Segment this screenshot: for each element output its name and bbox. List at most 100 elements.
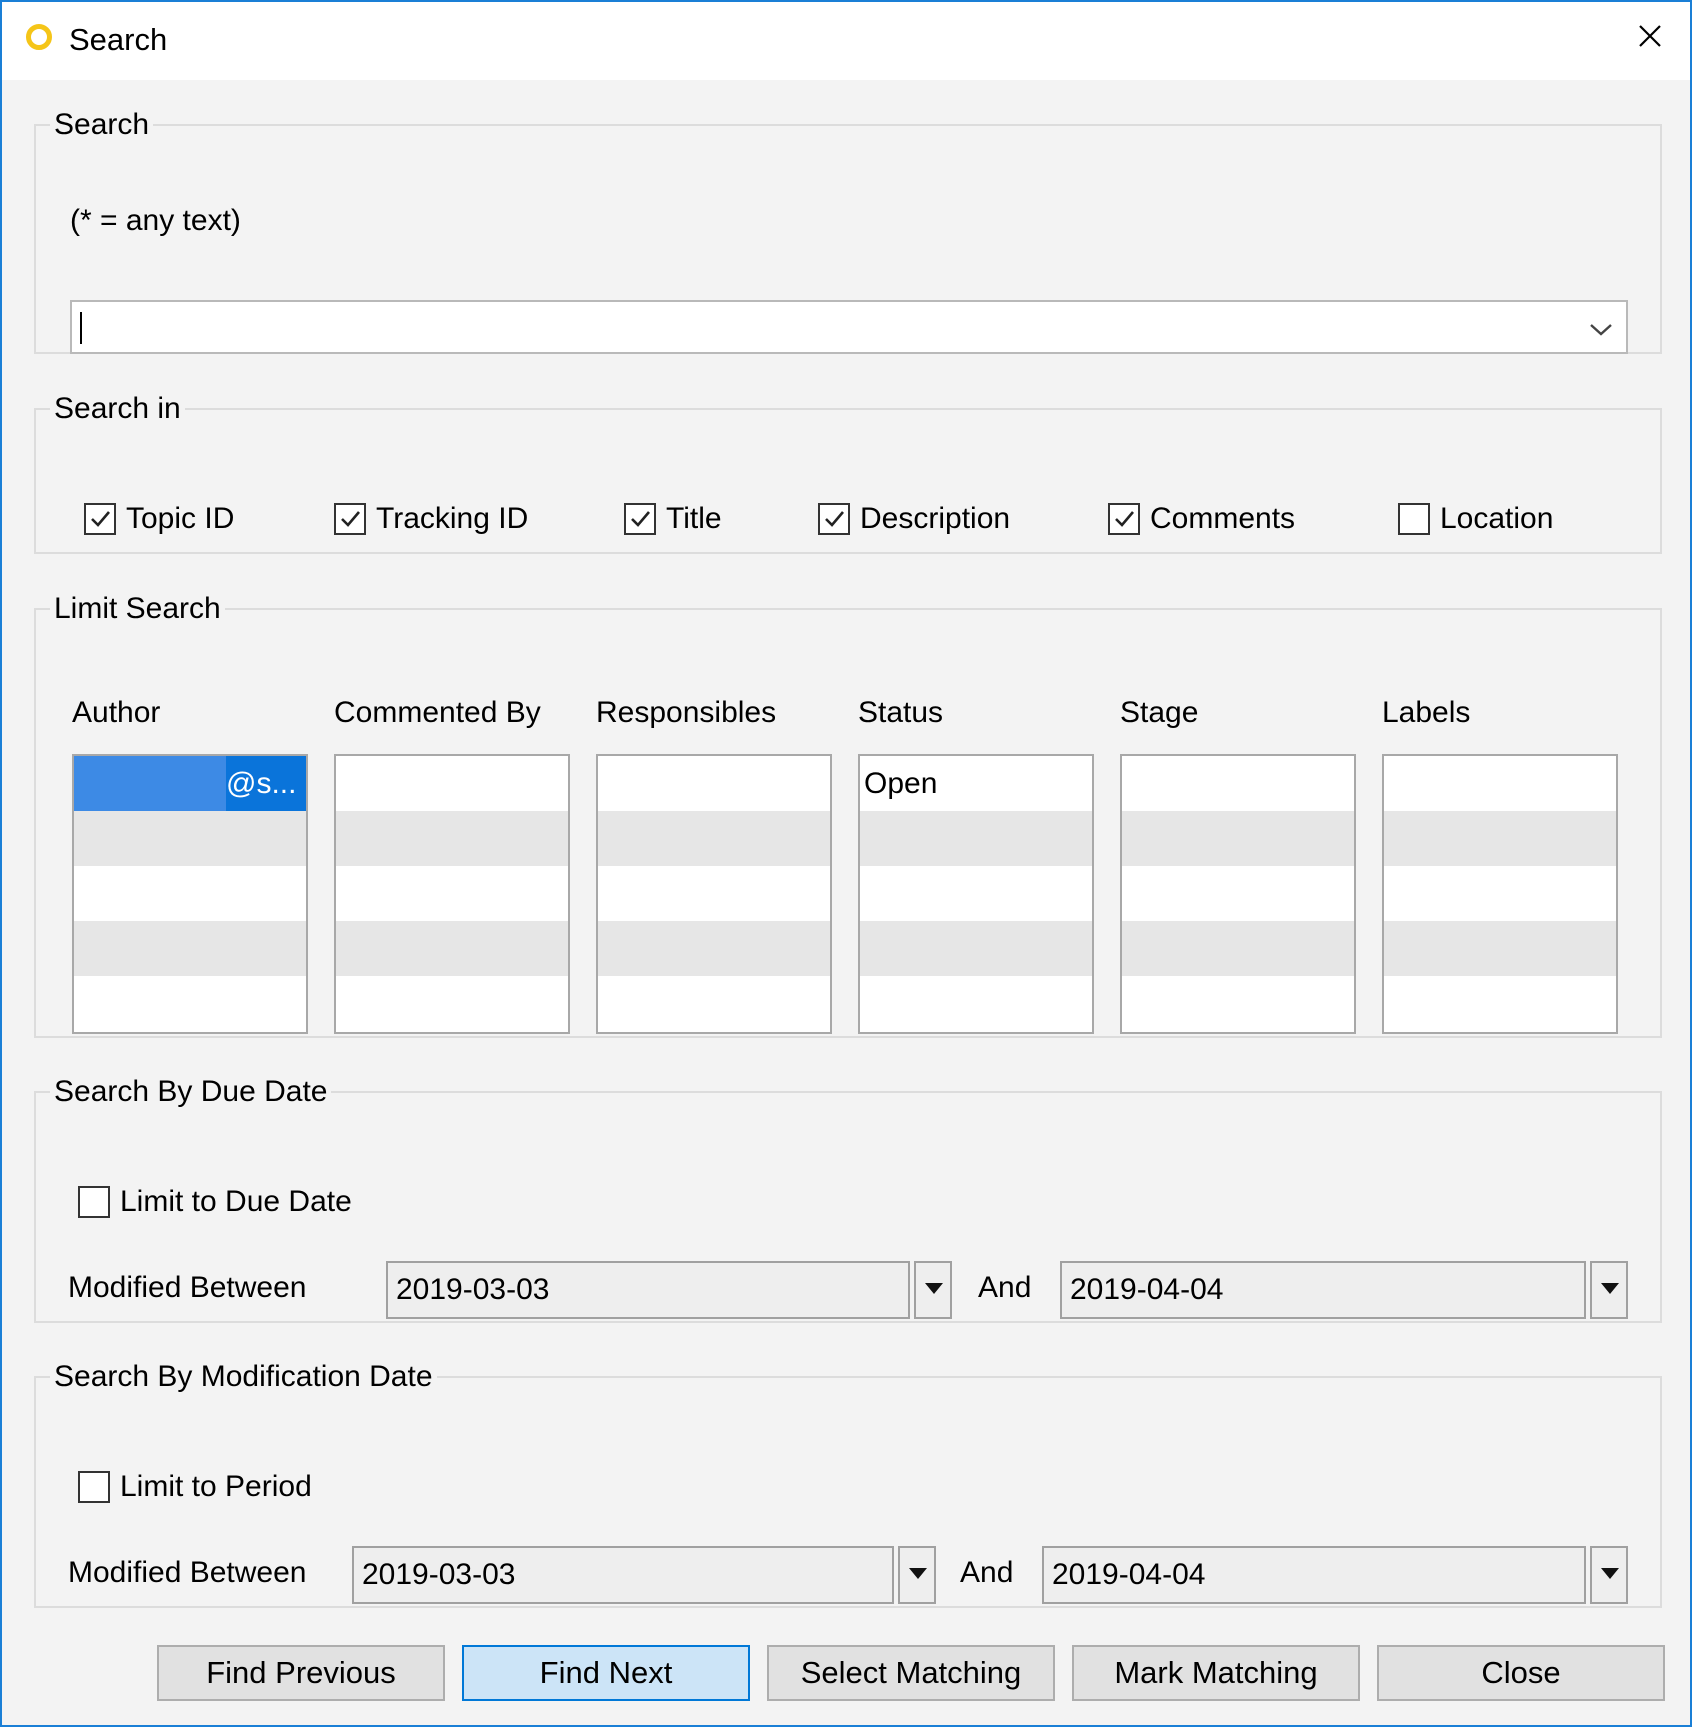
search-in-group: Search in Topic ID Tracking ID Title Des… bbox=[34, 392, 1662, 554]
checkbox-tracking-id[interactable]: Tracking ID bbox=[334, 502, 528, 536]
due-date-legend: Search By Due Date bbox=[54, 1075, 328, 1108]
checkbox-checked-icon[interactable] bbox=[624, 503, 656, 535]
list-row-empty bbox=[598, 921, 830, 976]
list-row-empty bbox=[336, 866, 568, 921]
modified-between-label: Modified Between bbox=[68, 1271, 307, 1304]
checkbox-checked-icon[interactable] bbox=[818, 503, 850, 535]
due-date-to-dropdown[interactable] bbox=[1590, 1261, 1628, 1319]
list-row-empty bbox=[1122, 866, 1354, 921]
list-row-empty bbox=[860, 811, 1092, 866]
checkbox-unchecked-icon[interactable] bbox=[78, 1471, 110, 1503]
text-caret bbox=[80, 312, 82, 344]
list-row-empty bbox=[1384, 921, 1616, 976]
find-previous-button[interactable]: Find Previous bbox=[157, 1645, 445, 1701]
list-row-empty bbox=[1122, 811, 1354, 866]
search-group-legend: Search bbox=[54, 108, 150, 141]
checkbox-label: Title bbox=[666, 502, 722, 535]
list-row-empty bbox=[336, 921, 568, 976]
chevron-down-icon[interactable] bbox=[1586, 314, 1616, 344]
app-logo-icon bbox=[26, 24, 52, 50]
due-date-group: Search By Due Date Limit to Due Date Mod… bbox=[34, 1075, 1662, 1323]
list-row-empty bbox=[860, 921, 1092, 976]
column-header-author: Author bbox=[72, 696, 161, 729]
search-group: Search (* = any text) bbox=[34, 108, 1662, 354]
list-row-empty bbox=[1384, 866, 1616, 921]
modification-date-legend: Search By Modification Date bbox=[54, 1360, 433, 1393]
list-row-empty bbox=[74, 811, 306, 866]
limit-search-group: Limit Search Author Commented By Respons… bbox=[34, 592, 1662, 1038]
dropdown-arrow-icon bbox=[1601, 1283, 1619, 1294]
search-in-legend: Search in bbox=[54, 392, 181, 425]
checkbox-description[interactable]: Description bbox=[818, 502, 1010, 536]
checkbox-label: Location bbox=[1440, 502, 1554, 535]
title-bar: Search bbox=[2, 2, 1690, 80]
checkbox-checked-icon[interactable] bbox=[84, 503, 116, 535]
list-row-empty bbox=[598, 976, 830, 1031]
checkbox-label: Topic ID bbox=[126, 502, 235, 535]
window-title: Search bbox=[69, 22, 168, 57]
limit-search-legend: Limit Search bbox=[54, 592, 221, 625]
mod-date-to-dropdown[interactable] bbox=[1590, 1546, 1628, 1604]
column-header-status: Status bbox=[858, 696, 944, 729]
column-header-labels: Labels bbox=[1382, 696, 1471, 729]
limit-to-period-checkbox[interactable]: Limit to Period bbox=[78, 1470, 312, 1504]
commented-by-list[interactable] bbox=[334, 754, 570, 1034]
list-row-empty bbox=[598, 866, 830, 921]
mod-date-from-field[interactable]: 2019-03-03 bbox=[352, 1546, 894, 1604]
checkbox-checked-icon[interactable] bbox=[1108, 503, 1140, 535]
checkbox-topic-id[interactable]: Topic ID bbox=[84, 502, 234, 536]
labels-list[interactable] bbox=[1382, 754, 1618, 1034]
checkbox-unchecked-icon[interactable] bbox=[1398, 503, 1430, 535]
list-row-empty bbox=[1122, 756, 1354, 811]
checkbox-location[interactable]: Location bbox=[1398, 502, 1553, 536]
select-matching-button[interactable]: Select Matching bbox=[767, 1645, 1055, 1701]
author-list[interactable]: @s... bbox=[72, 754, 308, 1034]
list-row-empty bbox=[860, 866, 1092, 921]
list-row-empty bbox=[598, 811, 830, 866]
checkbox-label: Tracking ID bbox=[376, 502, 529, 535]
mod-date-from-dropdown[interactable] bbox=[898, 1546, 936, 1604]
list-item[interactable]: @s... bbox=[74, 756, 306, 811]
dropdown-arrow-icon bbox=[925, 1283, 943, 1294]
list-row-empty bbox=[1122, 976, 1354, 1031]
list-item[interactable]: Open bbox=[860, 756, 1092, 811]
list-row-empty bbox=[336, 811, 568, 866]
redacted-name bbox=[74, 756, 226, 811]
checkbox-label: Limit to Period bbox=[120, 1470, 312, 1503]
list-row-empty bbox=[1384, 976, 1616, 1031]
list-row-empty bbox=[336, 976, 568, 1031]
search-hint: (* = any text) bbox=[70, 204, 241, 237]
list-row-empty bbox=[336, 756, 568, 811]
column-header-responsibles: Responsibles bbox=[596, 696, 777, 729]
dropdown-arrow-icon bbox=[1601, 1568, 1619, 1579]
due-date-from-dropdown[interactable] bbox=[914, 1261, 952, 1319]
responsibles-list[interactable] bbox=[596, 754, 832, 1034]
checkbox-title[interactable]: Title bbox=[624, 502, 722, 536]
column-header-commented-by: Commented By bbox=[334, 696, 541, 729]
list-row-empty bbox=[1384, 811, 1616, 866]
checkbox-label: Comments bbox=[1150, 502, 1296, 535]
checkbox-checked-icon[interactable] bbox=[334, 503, 366, 535]
dropdown-arrow-icon bbox=[909, 1568, 927, 1579]
list-row-empty bbox=[860, 976, 1092, 1031]
and-label: And bbox=[978, 1271, 1032, 1304]
checkbox-label: Limit to Due Date bbox=[120, 1185, 352, 1218]
due-date-to-field[interactable]: 2019-04-04 bbox=[1060, 1261, 1586, 1319]
list-row-empty bbox=[1384, 756, 1616, 811]
modification-date-group: Search By Modification Date Limit to Per… bbox=[34, 1360, 1662, 1608]
column-header-stage: Stage bbox=[1120, 696, 1199, 729]
mod-date-to-field[interactable]: 2019-04-04 bbox=[1042, 1546, 1586, 1604]
list-row-empty bbox=[74, 921, 306, 976]
stage-list[interactable] bbox=[1120, 754, 1356, 1034]
due-date-from-field[interactable]: 2019-03-03 bbox=[386, 1261, 910, 1319]
close-button[interactable]: Close bbox=[1377, 1645, 1665, 1701]
search-input[interactable] bbox=[70, 300, 1628, 354]
limit-to-due-date-checkbox[interactable]: Limit to Due Date bbox=[78, 1185, 352, 1219]
list-row-empty bbox=[598, 756, 830, 811]
status-list[interactable]: Open bbox=[858, 754, 1094, 1034]
find-next-button[interactable]: Find Next bbox=[462, 1645, 750, 1701]
close-window-icon[interactable] bbox=[1630, 16, 1670, 56]
checkbox-unchecked-icon[interactable] bbox=[78, 1186, 110, 1218]
mark-matching-button[interactable]: Mark Matching bbox=[1072, 1645, 1360, 1701]
checkbox-comments[interactable]: Comments bbox=[1108, 502, 1295, 536]
